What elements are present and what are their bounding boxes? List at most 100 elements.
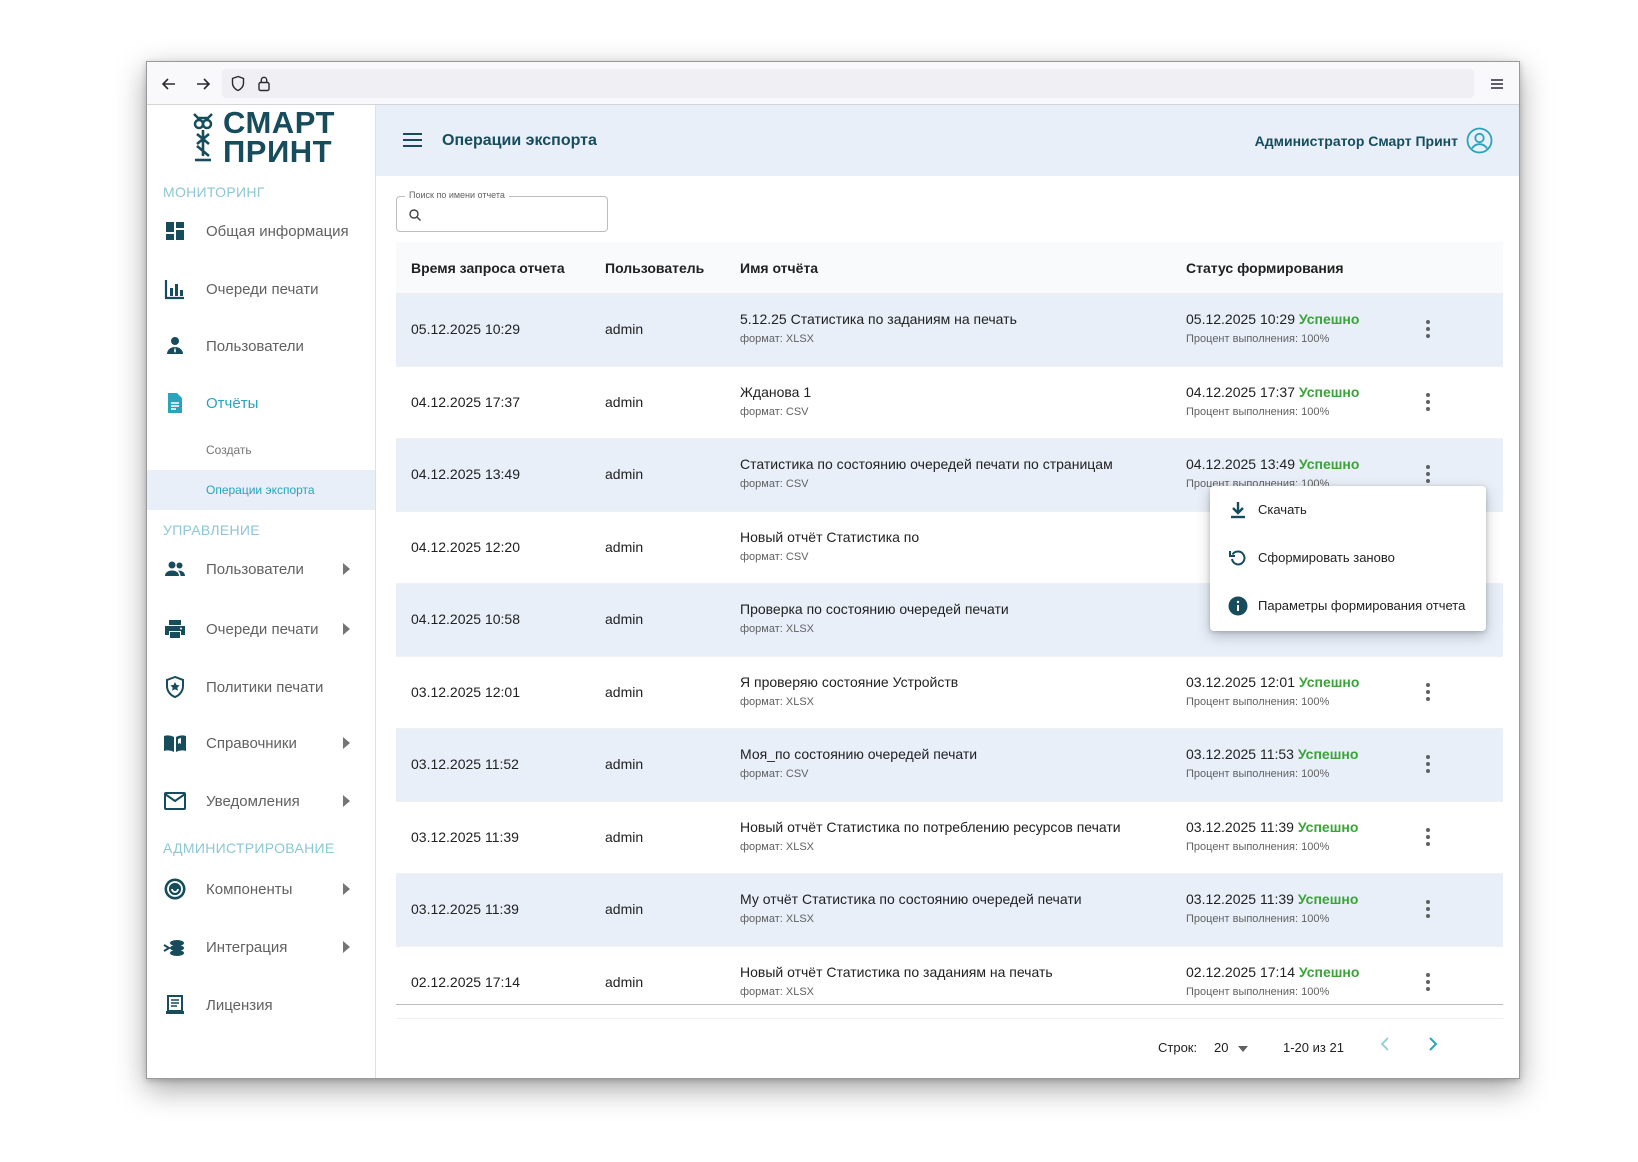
table-row[interactable]: 03.12.2025 12:01 admin Я проверяю состояни… (396, 657, 1503, 729)
menu-item-report-parameters[interactable]: Параметры формирования отчета (1210, 582, 1486, 630)
lock-icon[interactable] (257, 75, 271, 92)
table-row[interactable]: 03.12.2025 11:52 admin Моя_по состоянию оч… (396, 729, 1503, 802)
cell-progress: Процент выполнения: 100% (1186, 913, 1330, 925)
sidebar-item-label: Отчёты (206, 394, 259, 412)
cell-report-format: формат: XLSX (740, 695, 815, 708)
table-row[interactable]: 03.12.2025 11:39 admin Новый отчёт Статист… (396, 802, 1503, 874)
cell-request-time: 04.12.2025 10:58 (411, 611, 520, 627)
row-actions-icon[interactable] (1416, 681, 1440, 705)
expand-arrow-icon[interactable] (343, 737, 350, 749)
back-icon[interactable] (155, 70, 183, 98)
search-field[interactable]: Поиск по имени отчета (396, 190, 608, 232)
sidebar-item-print-policies[interactable]: Политики печати (147, 659, 375, 715)
sidebar-item-label: Справочники (206, 734, 297, 752)
account-avatar-icon[interactable] (1466, 127, 1493, 154)
status-time: 03.12.2025 12:01 (1186, 673, 1295, 690)
logo-text: СМАРТ ПРИНТ (223, 105, 335, 167)
row-actions-icon[interactable] (1416, 391, 1440, 415)
column-header-request-time[interactable]: Время запроса отчета (411, 260, 565, 276)
user-name[interactable]: Администратор Смарт Принт (1255, 133, 1458, 149)
cell-user: admin (605, 828, 644, 845)
sidebar-item-print-queues[interactable]: Очереди печати (147, 601, 375, 657)
search-input[interactable] (425, 203, 600, 225)
expand-arrow-icon[interactable] (343, 795, 350, 807)
table-header: Время запроса отчета Пользователь Имя от… (396, 242, 1503, 294)
table-row[interactable]: 04.12.2025 17:37 admin Жданова 1 формат: CS… (396, 367, 1503, 439)
cell-user: admin (605, 321, 644, 337)
table-row[interactable]: 03.12.2025 11:39 admin Му отчёт Статистика… (396, 874, 1503, 947)
rows-per-page-select[interactable]: 20 (1214, 1040, 1249, 1055)
cell-report-name: Новый отчёт Статистика по (740, 528, 920, 545)
row-actions-icon[interactable] (1416, 753, 1440, 777)
sidebar-item-overview[interactable]: Общая информация (147, 203, 375, 259)
dropdown-arrow-icon (1238, 1045, 1249, 1052)
mail-icon (164, 792, 186, 810)
owl-logo-icon (193, 113, 213, 162)
sidebar-item-license[interactable]: Лицензия (147, 977, 375, 1033)
section-administration: АДМИНИСТРИРОВАНИЕ (163, 840, 335, 856)
column-header-status[interactable]: Статус формирования (1186, 260, 1344, 276)
status-badge: Успешно (1297, 746, 1359, 762)
column-header-user[interactable]: Пользователь (605, 260, 704, 276)
expand-arrow-icon[interactable] (343, 883, 350, 895)
rows-per-page-value: 20 (1214, 1040, 1229, 1055)
sidebar-item-label: Пользователи (206, 337, 304, 355)
table-row[interactable]: 05.12.2025 10:29 admin 5.12.25 Статистика … (396, 294, 1503, 367)
sidebar-subitem-create[interactable]: Создать (147, 430, 375, 470)
cell-request-time: 04.12.2025 12:20 (411, 538, 520, 555)
sidebar-item-users-monitoring[interactable]: Пользователи (147, 318, 375, 374)
logo[interactable]: СМАРТ ПРИНТ (191, 105, 335, 167)
menu-item-label: Скачать (1258, 502, 1307, 517)
download-icon (1231, 502, 1245, 519)
row-actions-icon[interactable] (1416, 898, 1440, 922)
expand-arrow-icon[interactable] (343, 563, 350, 575)
sidebar-item-reports[interactable]: Отчёты (147, 375, 375, 431)
cell-status: 03.12.2025 11:39 Успешно (1186, 891, 1358, 907)
pagination-range: 1-20 из 21 (1283, 1040, 1344, 1055)
sidebar-item-label: Уведомления (206, 792, 300, 810)
status-time: 05.12.2025 10:29 (1186, 311, 1295, 327)
sidebar-item-users[interactable]: Пользователи (147, 541, 375, 597)
logo-line-1: СМАРТ (223, 105, 335, 140)
menu-item-label: Параметры формирования отчета (1258, 598, 1466, 613)
previous-page-icon[interactable] (1376, 1034, 1396, 1054)
cell-report-format: формат: XLSX (740, 333, 815, 345)
forward-icon[interactable] (189, 70, 217, 98)
column-header-report-name[interactable]: Имя отчёта (740, 260, 818, 276)
sidebar-subitem-label: Операции экспорта (206, 483, 315, 497)
menu-item-regenerate[interactable]: Сформировать заново (1210, 534, 1486, 582)
cell-user: admin (605, 756, 644, 772)
table-body: 05.12.2025 10:29 admin 5.12.25 Статистика … (396, 294, 1503, 1019)
expand-arrow-icon[interactable] (343, 623, 350, 635)
cell-user: admin (605, 393, 644, 410)
menu-item-download[interactable]: Скачать (1210, 486, 1486, 534)
shield-tracking-icon[interactable] (230, 75, 246, 92)
sidebar-subitem-export-operations[interactable]: Операции экспорта (147, 470, 375, 510)
expand-arrow-icon[interactable] (343, 941, 350, 953)
sidebar-item-label: Лицензия (206, 996, 273, 1014)
table-row[interactable]: 02.12.2025 17:14 admin Новый отчёт Статист… (396, 947, 1503, 1019)
next-page-icon[interactable] (1422, 1034, 1442, 1054)
cell-report-name: Му отчёт Статистика по состоянию очереде… (740, 891, 1082, 907)
sidebar-item-directories[interactable]: Справочники (147, 715, 375, 771)
bar-chart-icon (164, 280, 184, 300)
cell-report-format: формат: CSV (740, 550, 809, 563)
section-monitoring: МОНИТОРИНГ (163, 184, 265, 200)
row-actions-icon[interactable] (1416, 826, 1440, 850)
cell-report-name: Моя_по состоянию очередей печати (740, 746, 978, 762)
row-actions-icon[interactable] (1416, 971, 1440, 995)
browser-toolbar (147, 62, 1519, 105)
cell-report-format: формат: XLSX (740, 623, 815, 635)
sidebar-item-print-queues-monitoring[interactable]: Очереди печати (147, 261, 375, 317)
cell-report-format: формат: CSV (740, 768, 809, 780)
sidebar-item-integration[interactable]: Интеграция (147, 919, 375, 975)
browser-menu-icon[interactable] (1483, 70, 1511, 98)
row-actions-icon[interactable] (1416, 463, 1440, 487)
status-time: 04.12.2025 17:37 (1186, 383, 1295, 400)
sidebar-item-components[interactable]: Компоненты (147, 861, 375, 917)
address-bar[interactable] (222, 69, 1474, 98)
row-actions-icon[interactable] (1416, 318, 1440, 342)
sidebar-item-notifications[interactable]: Уведомления (147, 773, 375, 829)
cell-progress: Процент выполнения: 100% (1186, 985, 1330, 998)
menu-toggle-icon[interactable] (403, 133, 422, 147)
